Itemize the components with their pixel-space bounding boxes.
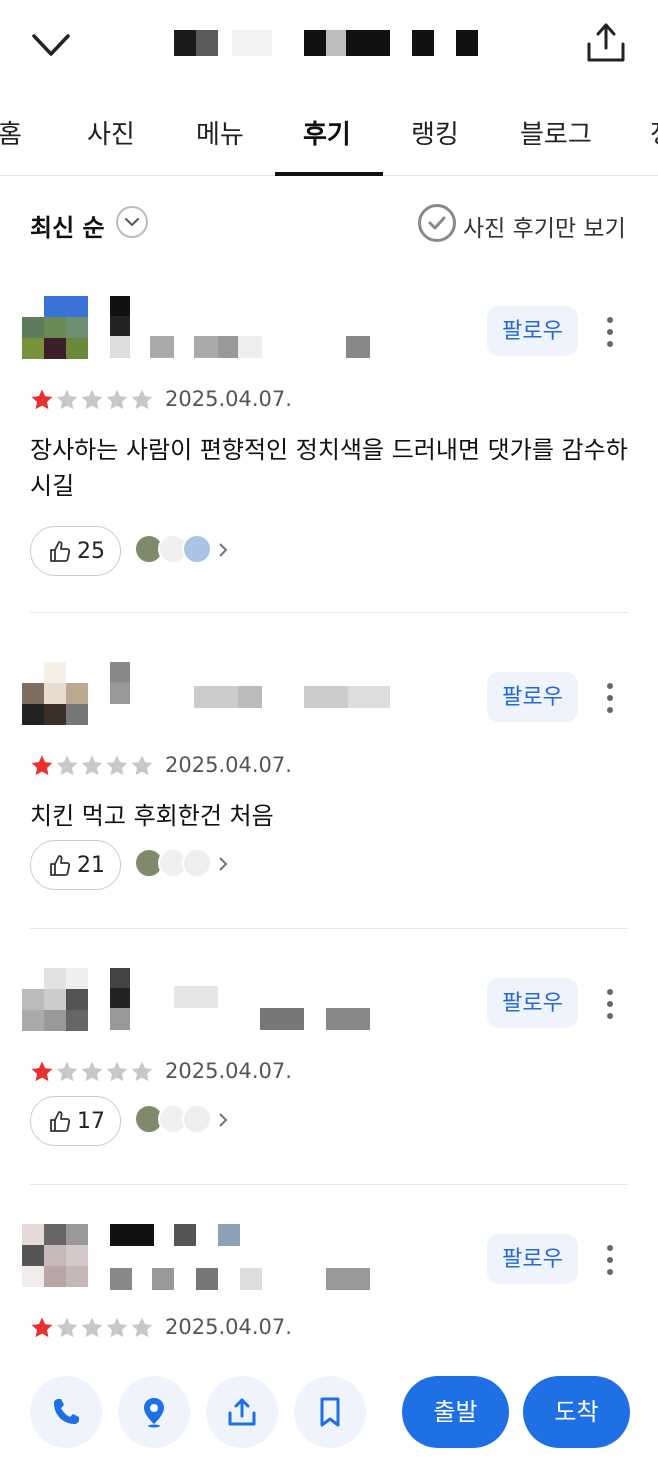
share-icon	[228, 1398, 256, 1426]
star-icon	[31, 1317, 53, 1338]
avatar[interactable]	[22, 1224, 88, 1287]
filter-row: 최신 순 사진 후기만 보기	[0, 196, 658, 252]
thumbs-up-icon	[50, 855, 71, 876]
star-icon	[56, 389, 78, 410]
star-icon	[56, 1317, 78, 1338]
star-icon	[106, 755, 128, 776]
thumbs-up-icon	[50, 1111, 71, 1132]
phone-icon	[54, 1399, 79, 1424]
like-button[interactable]: 21	[30, 840, 121, 890]
reactor-avatars[interactable]	[134, 1104, 234, 1138]
follow-button[interactable]: 팔로우	[487, 1234, 578, 1284]
star-icon	[31, 389, 53, 410]
more-options-icon[interactable]	[598, 680, 622, 716]
active-tab-indicator	[275, 172, 383, 176]
chevron-right-icon	[219, 857, 228, 871]
star-icon	[106, 1061, 128, 1082]
blurred-username	[108, 1224, 408, 1290]
tab-photos[interactable]: 사진	[87, 114, 135, 151]
star-icon	[106, 389, 128, 410]
star-icon	[106, 1317, 128, 1338]
review-text: 장사하는 사람이 편향적인 정치색을 드러내면 댓가를 감수하시길	[30, 436, 628, 500]
avatar[interactable]	[22, 968, 88, 1031]
star-icon	[56, 1061, 78, 1082]
chevron-right-icon	[219, 543, 228, 557]
like-button[interactable]: 17	[30, 1096, 121, 1146]
tab-home[interactable]: 홈	[0, 114, 22, 151]
star-icon	[31, 1061, 53, 1082]
star-icon	[81, 1317, 103, 1338]
tab-menu[interactable]: 메뉴	[196, 114, 244, 151]
follow-button[interactable]: 팔로우	[487, 672, 578, 722]
divider	[30, 1184, 628, 1185]
star-icon	[131, 755, 153, 776]
star-icon	[81, 1061, 103, 1082]
tab-overflow[interactable]: 정	[650, 114, 658, 151]
star-icon	[131, 389, 153, 410]
reactor-avatar	[182, 848, 212, 878]
thumbs-up-icon	[50, 541, 71, 562]
review-text: 치킨 먹고 후회한건 처음	[30, 802, 274, 830]
tab-ranking[interactable]: 랭킹	[411, 114, 459, 151]
blurred-place-name	[172, 30, 492, 56]
depart-button[interactable]: 출발	[402, 1376, 509, 1448]
photo-reviews-only-toggle[interactable]: 사진 후기만 보기	[463, 209, 626, 243]
map-location-button[interactable]	[118, 1376, 190, 1448]
top-bar	[0, 0, 658, 88]
chevron-down-icon[interactable]	[116, 206, 148, 238]
check-circle-icon[interactable]	[418, 204, 456, 242]
divider	[30, 612, 628, 613]
share-icon[interactable]	[584, 20, 628, 66]
star-icon	[131, 1061, 153, 1082]
star-icon	[81, 389, 103, 410]
chevron-right-icon	[219, 1113, 228, 1127]
review-date: 2025.04.07.	[165, 1059, 292, 1083]
star-icon	[56, 755, 78, 776]
tab-reviews[interactable]: 후기	[303, 114, 351, 151]
more-options-icon[interactable]	[598, 986, 622, 1022]
like-count: 21	[77, 853, 105, 878]
divider	[30, 928, 628, 929]
reactor-avatar	[182, 534, 212, 564]
reactor-avatar	[182, 1104, 212, 1134]
more-options-icon[interactable]	[598, 1242, 622, 1278]
bookmark-button[interactable]	[294, 1376, 366, 1448]
bottom-action-bar: 출발 도착	[0, 1360, 658, 1463]
like-count: 25	[77, 539, 105, 564]
star-icon	[131, 1317, 153, 1338]
avatar[interactable]	[22, 662, 88, 725]
follow-button[interactable]: 팔로우	[487, 306, 578, 356]
review-date: 2025.04.07.	[165, 387, 292, 411]
arrive-button[interactable]: 도착	[523, 1376, 630, 1448]
like-count: 17	[77, 1109, 105, 1134]
blurred-username	[108, 968, 408, 1032]
chevron-down-icon[interactable]	[28, 24, 74, 64]
star-icon	[31, 755, 53, 776]
reactor-avatars[interactable]	[134, 848, 234, 882]
avatar[interactable]	[22, 296, 88, 359]
sort-dropdown[interactable]: 최신 순	[30, 208, 105, 243]
review-date: 2025.04.07.	[165, 753, 292, 777]
more-options-icon[interactable]	[598, 314, 622, 350]
like-button[interactable]: 25	[30, 526, 121, 576]
map-pin-icon	[144, 1398, 164, 1428]
call-button[interactable]	[30, 1376, 102, 1448]
reactor-avatars[interactable]	[134, 534, 234, 568]
star-icon	[81, 755, 103, 776]
share-button[interactable]	[206, 1376, 278, 1448]
follow-button[interactable]: 팔로우	[487, 978, 578, 1028]
review-date: 2025.04.07.	[165, 1315, 292, 1339]
blurred-username	[108, 296, 408, 360]
blurred-username	[108, 662, 408, 726]
tab-bar: 홈 사진 메뉴 후기 랭킹 블로그 정	[0, 88, 658, 176]
bookmark-icon	[320, 1397, 340, 1427]
tab-blog[interactable]: 블로그	[520, 114, 592, 151]
